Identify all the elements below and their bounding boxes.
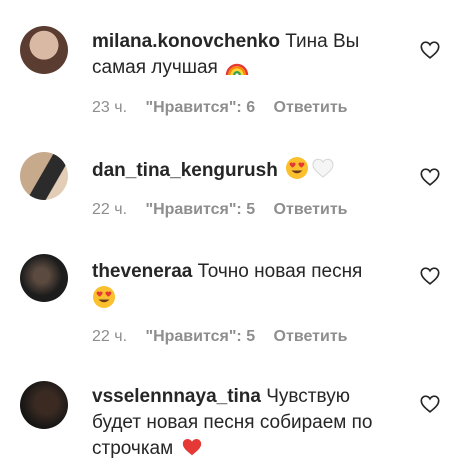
comment-time[interactable]: 22 ч. [92,328,127,345]
avatar[interactable] [20,254,68,302]
reply-button[interactable]: Ответить [274,201,348,218]
heart-outline-icon[interactable] [419,265,441,287]
reply-button[interactable]: Ответить [274,99,348,116]
comment-meta: 23 ч. "Нравится": 6 Ответить [92,99,361,117]
comment-time[interactable]: 23 ч. [92,99,127,116]
comment-meta: 22 ч. "Нравится": 5 Ответить [92,201,361,219]
red-heart-emoji [180,436,204,466]
comment-meta: 22 ч. "Нравится": 5 Ответить [92,328,361,346]
heart-eyes-emoji [285,156,309,188]
comment-body: vsselennnaya_tina Чувствую будет новая п… [92,384,392,466]
comment-username[interactable]: milana.konovchenko [92,31,280,52]
comment-likes[interactable]: "Нравится": 6 [145,99,255,116]
heart-outline-icon[interactable] [419,166,441,188]
comment-username[interactable]: dan_tina_kengurush [92,160,278,181]
white-heart-emoji [311,156,335,188]
comment-likes[interactable]: "Нравится": 5 [145,328,255,345]
comment-likes[interactable]: "Нравится": 5 [145,201,255,218]
avatar[interactable] [20,381,68,429]
comment-body: theveneraa Точно новая песня [92,259,392,317]
comment-text: Точно новая песня [197,261,363,282]
comment-body: milana.konovchenko Тина Вы самая лучшая [92,29,392,85]
comment-time[interactable]: 22 ч. [92,201,127,218]
heart-eyes-emoji [92,285,116,317]
reply-button[interactable]: Ответить [274,328,348,345]
rainbow-emoji [225,57,249,85]
avatar[interactable] [20,26,68,74]
comment-username[interactable]: vsselennnaya_tina [92,386,261,407]
avatar[interactable] [20,152,68,200]
heart-outline-icon[interactable] [419,393,441,415]
comment-body: dan_tina_kengurush [92,156,392,188]
heart-outline-icon[interactable] [419,39,441,61]
comment-username[interactable]: theveneraa [92,261,192,282]
